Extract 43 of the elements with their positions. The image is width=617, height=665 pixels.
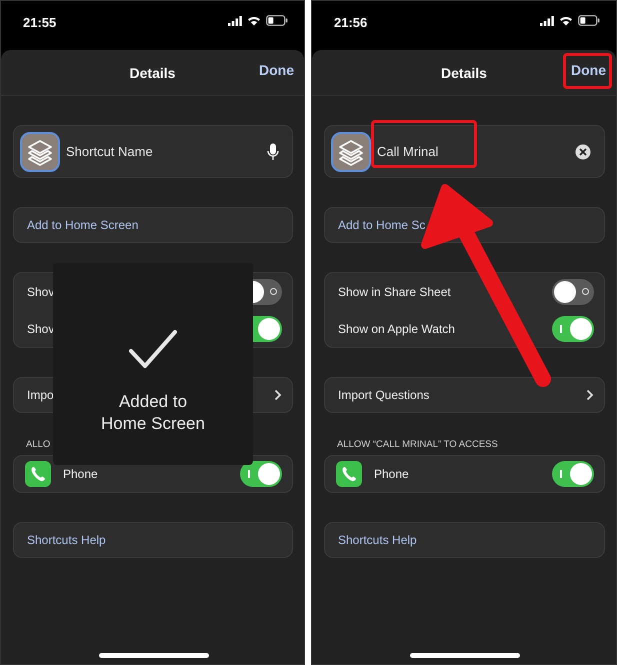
microphone-icon [267,142,279,160]
battery-icon [266,15,288,26]
checkmark-icon [128,329,178,369]
row-label: Import Questions [338,388,430,402]
row-label: Phone [63,467,99,481]
status-time: 21:55 [23,15,56,30]
done-button[interactable]: Done [571,62,606,78]
shortcuts-help-link[interactable]: Shortcuts Help [13,522,293,558]
wifi-icon [559,16,573,26]
shortcuts-help-link[interactable]: Shortcuts Help [324,522,605,558]
layers-icon [331,132,371,172]
toggle-switch[interactable] [240,461,282,487]
battery-icon [578,15,600,26]
signal-icon [228,16,242,26]
section-header: ALLO [26,439,52,450]
row-label: Phone [374,467,410,481]
confirmation-message: Added to Home Screen [101,391,205,435]
clear-icon [575,144,591,160]
sheet-title: Details [441,64,487,80]
toggle-switch[interactable] [552,278,594,304]
phone-icon [25,461,51,487]
phone-icon [336,461,362,487]
name-value: Call Mrinal [377,144,438,158]
add-to-home-screen-button[interactable]: Add to Home Screen [13,207,293,243]
toggle-switch[interactable] [552,316,594,342]
name-field[interactable]: Shortcut Name [13,125,293,178]
toggle-switch[interactable] [552,461,594,487]
name-placeholder: Shortcut Name [66,144,153,158]
row-label: Show on Apple Watch [338,322,455,336]
row-label: Impo [27,388,54,402]
row-label: Shov [27,284,54,298]
layers-icon [20,132,60,172]
chevron-icon [274,389,282,401]
row-label: Shov [27,322,54,336]
status-time: 21:56 [334,15,368,30]
section-header: ALLOW “CALL MRINAL” TO ACCESS [337,439,499,450]
sheet-title: Details [130,64,176,80]
done-button[interactable]: Done [259,62,294,78]
import-questions-row[interactable]: Import Questions [324,377,605,413]
chevron-icon [586,389,594,401]
signal-icon [540,16,554,26]
row-label: Show in Share Sheet [338,284,451,298]
wifi-icon [247,16,261,26]
